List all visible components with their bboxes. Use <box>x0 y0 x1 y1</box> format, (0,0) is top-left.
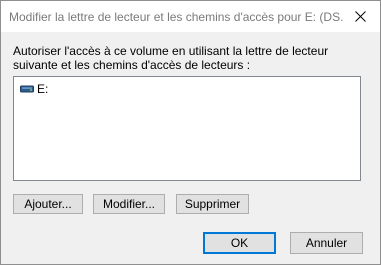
list-item-label: E: <box>37 82 49 96</box>
modify-button[interactable]: Modifier... <box>93 194 165 214</box>
dialog-content: Autoriser l'accès à ce volume en utilisa… <box>1 32 380 264</box>
ok-button[interactable]: OK <box>203 232 276 254</box>
close-button[interactable] <box>340 1 380 32</box>
dialog-window: Modifier la lettre de lecteur et les che… <box>0 0 381 265</box>
cancel-button[interactable]: Annuler <box>290 232 363 254</box>
add-button[interactable]: Ajouter... <box>13 194 83 214</box>
list-item[interactable]: E: <box>20 82 48 96</box>
drive-paths-list[interactable]: E: <box>13 76 361 181</box>
description-label: Autoriser l'accès à ce volume en utilisa… <box>13 44 329 72</box>
remove-button[interactable]: Supprimer <box>176 194 249 214</box>
title-bar: Modifier la lettre de lecteur et les che… <box>1 1 380 32</box>
drive-icon <box>20 85 34 93</box>
window-title: Modifier la lettre de lecteur et les che… <box>9 10 344 24</box>
close-icon <box>354 11 366 22</box>
